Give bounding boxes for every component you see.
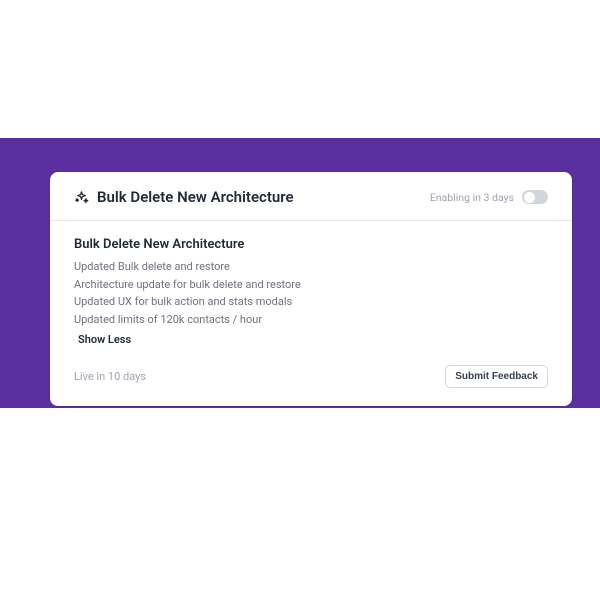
card-header-left: Bulk Delete New Architecture <box>74 188 294 206</box>
body-title: Bulk Delete New Architecture <box>74 237 548 252</box>
card-header: Bulk Delete New Architecture Enabling in… <box>50 172 572 221</box>
body-line: Updated limits of 120k contacts / hour <box>74 311 548 329</box>
card-footer: Live in 10 days Submit Feedback <box>50 355 572 406</box>
feature-card: Bulk Delete New Architecture Enabling in… <box>50 172 572 406</box>
card-title: Bulk Delete New Architecture <box>97 188 294 206</box>
body-line: Architecture update for bulk delete and … <box>74 276 548 294</box>
submit-feedback-button[interactable]: Submit Feedback <box>445 365 548 388</box>
body-line: Updated Bulk delete and restore <box>74 258 548 276</box>
enabling-label: Enabling in 3 days <box>430 191 514 204</box>
card-header-right: Enabling in 3 days <box>430 190 548 204</box>
enable-toggle[interactable] <box>522 190 548 204</box>
body-line: Updated UX for bulk action and stats mod… <box>74 293 548 311</box>
live-in-label: Live in 10 days <box>74 370 146 383</box>
card-body: Bulk Delete New Architecture Updated Bul… <box>50 221 572 355</box>
show-less-button[interactable]: Show Less <box>78 333 131 346</box>
sparkle-icon <box>74 190 89 205</box>
